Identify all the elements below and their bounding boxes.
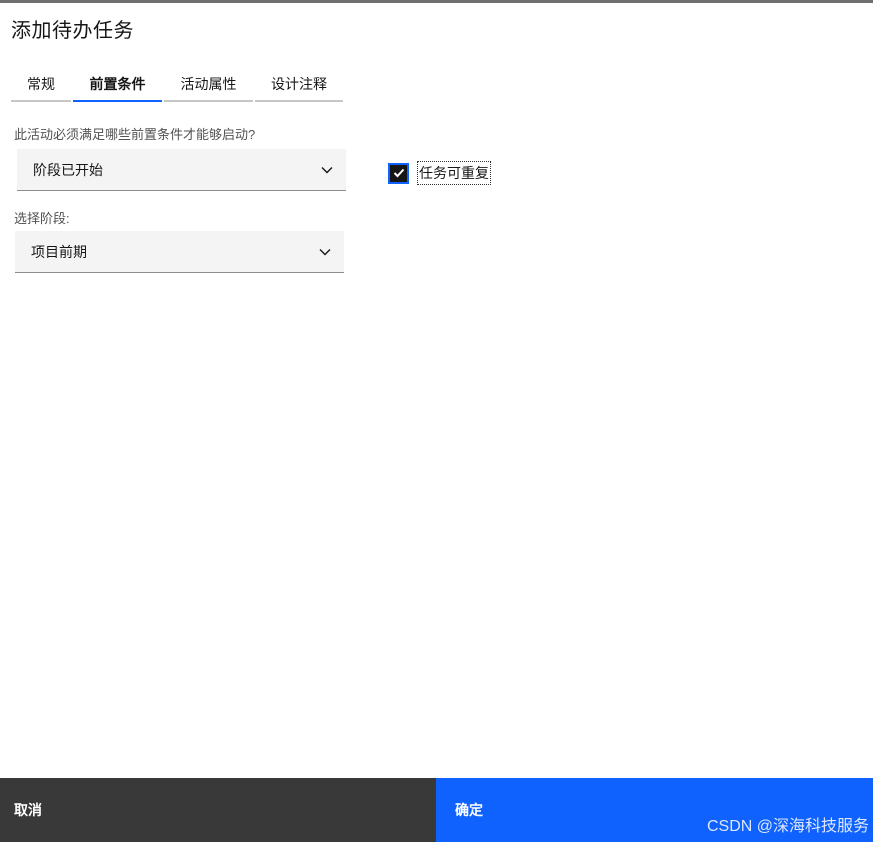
chevron-down-icon <box>320 163 334 177</box>
precondition-label: 此活动必须满足哪些前置条件才能够启动? <box>14 127 256 142</box>
confirm-button-label: 确定 <box>455 802 483 818</box>
tab-general[interactable]: 常规 <box>11 68 71 102</box>
cancel-button[interactable]: 取消 <box>0 778 436 842</box>
checkmark-icon <box>393 168 404 178</box>
repeatable-checkbox-label[interactable]: 任务可重复 <box>417 161 491 185</box>
stage-select[interactable]: 项目前期 <box>15 231 344 273</box>
precondition-select-value: 阶段已开始 <box>33 161 103 178</box>
repeatable-checkbox[interactable] <box>388 162 409 184</box>
stage-select-value: 项目前期 <box>31 243 87 260</box>
dialog-footer: 取消 确定 CSDN @深海科技服务 <box>0 778 873 842</box>
tab-bar: 常规 前置条件 活动属性 设计注释 <box>11 68 343 102</box>
watermark: CSDN @深海科技服务 <box>706 818 869 835</box>
confirm-button[interactable]: 确定 CSDN @深海科技服务 <box>436 778 873 842</box>
dialog-title: 添加待办任务 <box>11 20 134 42</box>
top-divider <box>0 0 873 3</box>
stage-label: 选择阶段: <box>14 211 70 226</box>
tab-preconditions[interactable]: 前置条件 <box>73 68 162 102</box>
repeatable-checkbox-group: 任务可重复 <box>388 161 491 185</box>
precondition-select[interactable]: 阶段已开始 <box>17 149 346 191</box>
tab-design-notes[interactable]: 设计注释 <box>255 68 343 102</box>
tab-activity-properties[interactable]: 活动属性 <box>164 68 253 102</box>
chevron-down-icon <box>318 245 332 259</box>
